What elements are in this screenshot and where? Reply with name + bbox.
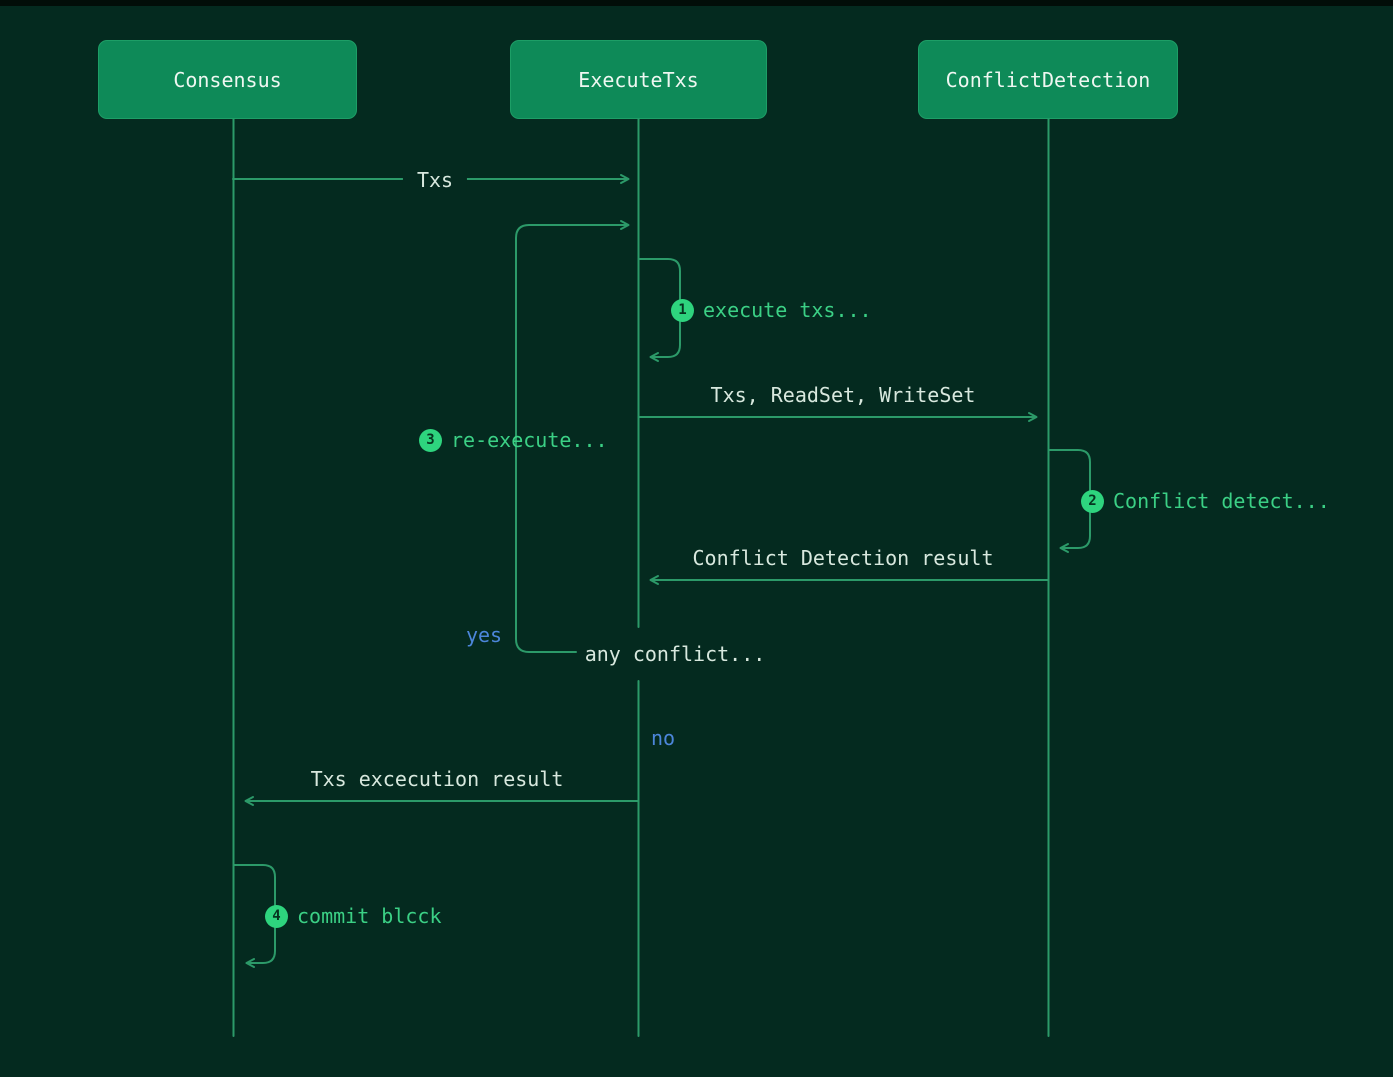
annotation-label: execute txs... (703, 298, 872, 322)
actor-consensus: Consensus (98, 40, 357, 119)
annotation-label: re-execute... (451, 428, 608, 452)
annotation-number-badge: 2 (1081, 490, 1104, 513)
annotation-number-badge: 4 (265, 905, 288, 928)
annotation-execute-txs: 1 execute txs... (671, 298, 872, 322)
message-label-any-conflict: any conflict... (585, 642, 766, 666)
message-label-txs-readset-writeset: Txs, ReadSet, WriteSet (711, 383, 976, 407)
annotation-conflict-detect: 2 Conflict detect... (1081, 489, 1330, 513)
annotation-re-execute: 3 re-execute... (419, 428, 608, 452)
branch-label-yes: yes (466, 623, 502, 647)
message-label-txs-execution-result: Txs excecution result (311, 767, 564, 791)
message-label-conflict-detection-result: Conflict Detection result (692, 546, 993, 570)
annotation-number-badge: 1 (671, 299, 694, 322)
branch-label-no: no (651, 726, 675, 750)
diagram-wires (0, 0, 1393, 1077)
annotation-number-badge: 3 (419, 429, 442, 452)
message-label-txs: Txs (403, 168, 467, 192)
actor-conflictdetection: ConflictDetection (918, 40, 1178, 119)
annotation-commit-block: 4 commit blcck (265, 904, 442, 928)
annotation-label: commit blcck (297, 904, 442, 928)
annotation-label: Conflict detect... (1113, 489, 1330, 513)
sequence-diagram: Consensus ExecuteTxs ConflictDetection T… (0, 0, 1393, 1077)
actor-executetxs: ExecuteTxs (510, 40, 767, 119)
